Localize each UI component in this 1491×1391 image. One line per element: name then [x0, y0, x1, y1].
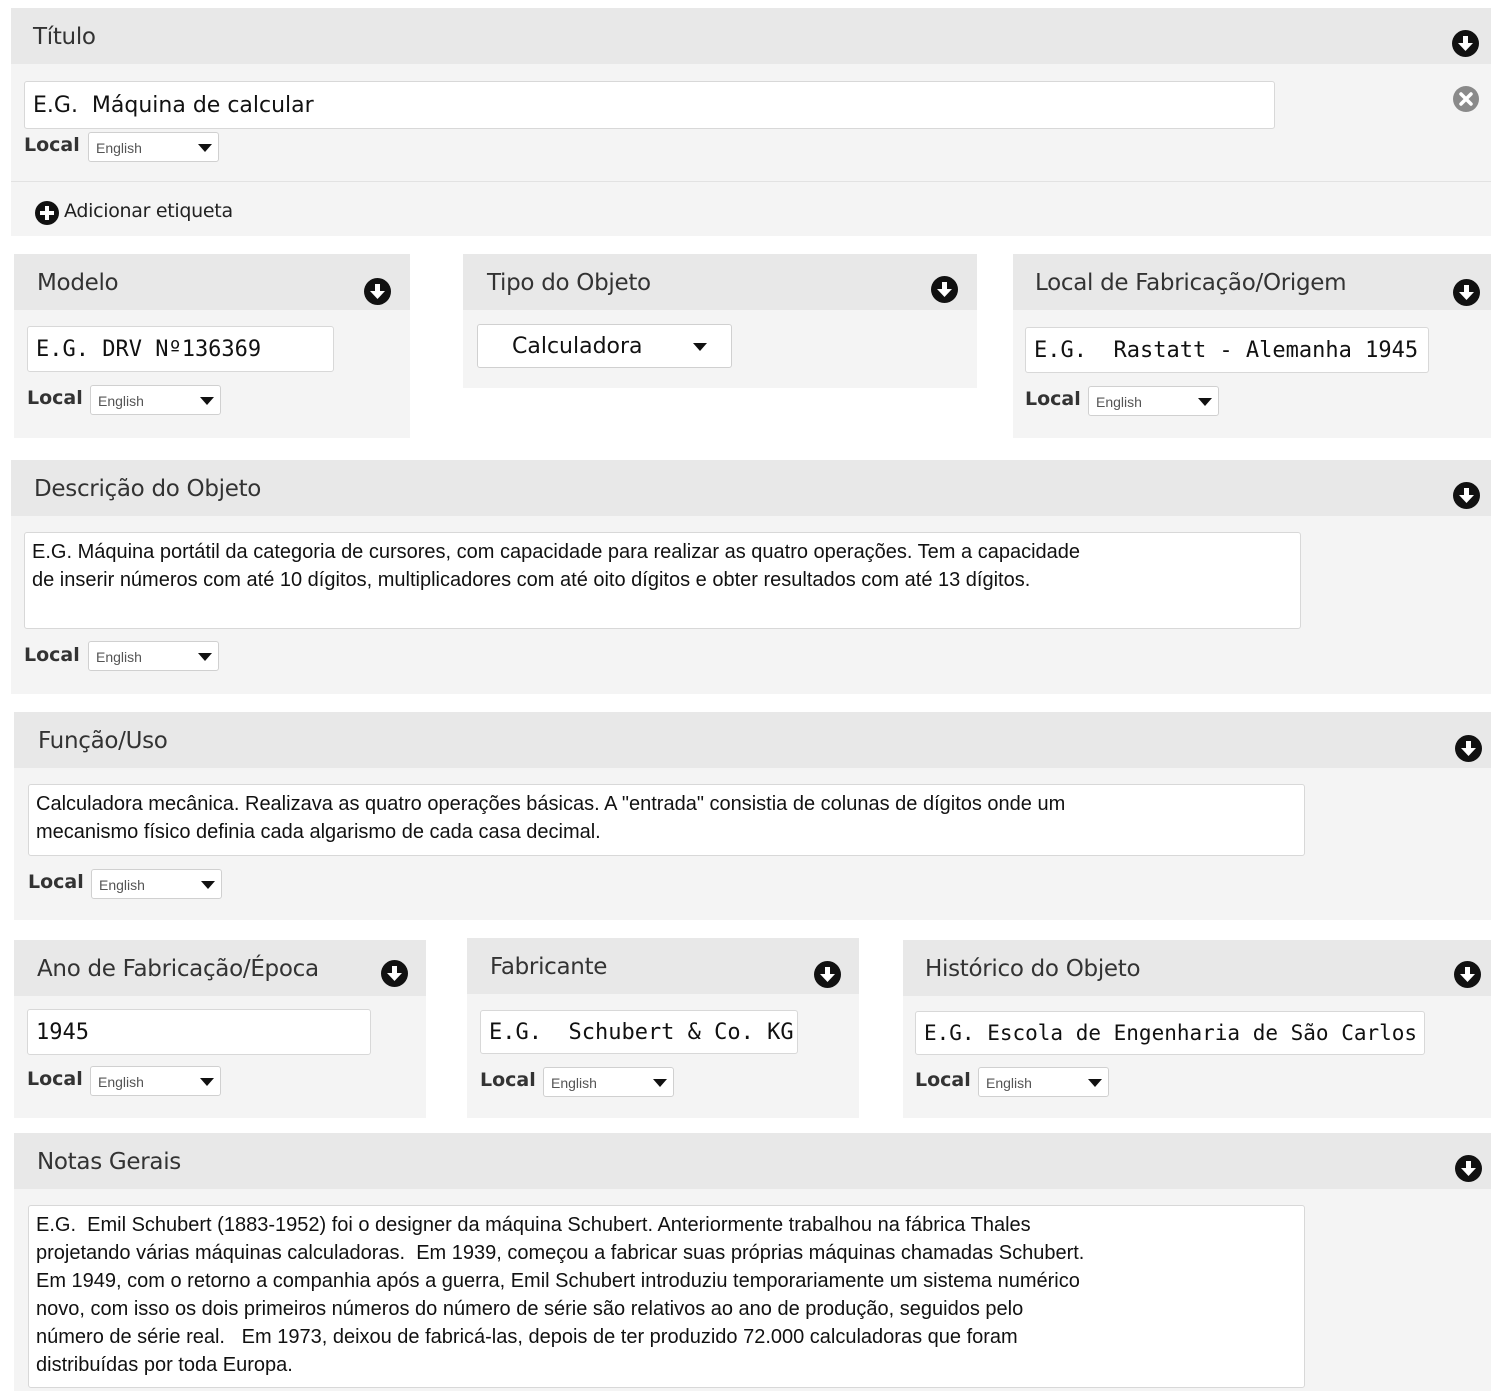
historico-locale-select[interactable]: English	[978, 1067, 1109, 1097]
ano-toggle-icon[interactable]	[381, 960, 408, 987]
historico-panel: Histórico do Objeto Local English	[903, 940, 1491, 1118]
modelo-local-label: Local	[27, 387, 83, 409]
tipo-title: Tipo do Objeto	[487, 270, 651, 296]
locale-value: English	[99, 877, 145, 893]
fabricante-header: Fabricante	[467, 938, 859, 994]
funcao-toggle-icon[interactable]	[1455, 735, 1482, 762]
chevron-down-icon	[653, 1079, 667, 1087]
tipo-header: Tipo do Objeto	[463, 254, 977, 310]
titulo-panel: Título Local English Adicionar etiqueta	[11, 8, 1491, 236]
titulo-local-label: Local	[24, 134, 80, 156]
ano-panel: Ano de Fabricação/Época Local English	[14, 940, 426, 1118]
fabricante-local-label: Local	[480, 1069, 536, 1091]
origem-input[interactable]	[1025, 327, 1429, 373]
fabricante-title: Fabricante	[490, 954, 608, 980]
historico-title: Histórico do Objeto	[925, 956, 1141, 982]
modelo-locale-select[interactable]: English	[90, 385, 221, 415]
titulo-title: Título	[33, 24, 96, 50]
descricao-header: Descrição do Objeto	[11, 460, 1491, 516]
funcao-panel: Função/Uso Calculadora mecânica. Realiza…	[14, 712, 1491, 920]
close-circle-icon[interactable]	[1452, 85, 1480, 113]
modelo-toggle-icon[interactable]	[364, 278, 391, 305]
modelo-input[interactable]	[27, 326, 334, 372]
ano-local-label: Local	[27, 1068, 83, 1090]
locale-value: English	[98, 1074, 144, 1090]
add-label-text: Adicionar etiqueta	[64, 200, 233, 222]
modelo-title: Modelo	[37, 270, 119, 296]
chevron-down-icon	[198, 653, 212, 661]
descricao-locale-select[interactable]: English	[88, 641, 219, 671]
fabricante-input[interactable]	[480, 1010, 798, 1054]
notas-title: Notas Gerais	[37, 1149, 181, 1175]
fabricante-toggle-icon[interactable]	[814, 961, 841, 988]
chevron-down-icon	[1198, 398, 1212, 406]
locale-value: English	[96, 140, 142, 156]
chevron-down-icon	[200, 397, 214, 405]
locale-value: English	[551, 1075, 597, 1091]
origem-local-label: Local	[1025, 388, 1081, 410]
divider	[11, 181, 1491, 182]
historico-header: Histórico do Objeto	[903, 940, 1491, 996]
funcao-header: Função/Uso	[14, 712, 1491, 768]
descricao-local-label: Local	[24, 644, 80, 666]
funcao-local-label: Local	[28, 871, 84, 893]
chevron-down-icon	[201, 881, 215, 889]
notas-textarea[interactable]: E.G. Emil Schubert (1883-1952) foi o des…	[28, 1205, 1305, 1388]
titulo-locale-select[interactable]: English	[88, 132, 219, 162]
historico-local-label: Local	[915, 1069, 971, 1091]
historico-toggle-icon[interactable]	[1454, 961, 1481, 988]
chevron-down-icon	[200, 1078, 214, 1086]
notas-panel: Notas Gerais E.G. Emil Schubert (1883-19…	[14, 1133, 1491, 1391]
locale-value: English	[986, 1075, 1032, 1091]
titulo-toggle-icon[interactable]	[1452, 30, 1479, 57]
ano-title: Ano de Fabricação/Época	[37, 956, 319, 982]
tipo-toggle-icon[interactable]	[931, 276, 958, 303]
notas-header: Notas Gerais	[14, 1133, 1491, 1189]
plus-circle-icon	[35, 201, 59, 225]
modelo-panel: Modelo Local English	[14, 254, 410, 438]
locale-value: English	[1096, 394, 1142, 410]
descricao-textarea[interactable]: E.G. Máquina portátil da categoria de cu…	[24, 532, 1301, 629]
locale-value: English	[96, 649, 142, 665]
origem-header: Local de Fabricação/Origem	[1013, 254, 1491, 310]
modelo-header: Modelo	[14, 254, 410, 310]
titulo-input[interactable]	[24, 81, 1275, 129]
chevron-down-icon	[693, 343, 707, 351]
descricao-panel: Descrição do Objeto E.G. Máquina portáti…	[11, 460, 1491, 694]
origem-panel: Local de Fabricação/Origem Local English	[1013, 254, 1491, 438]
ano-input[interactable]	[27, 1009, 371, 1055]
historico-input[interactable]	[915, 1011, 1425, 1055]
tipo-panel: Tipo do Objeto Calculadora	[463, 254, 977, 388]
funcao-locale-select[interactable]: English	[91, 869, 222, 899]
notas-toggle-icon[interactable]	[1455, 1155, 1482, 1182]
ano-locale-select[interactable]: English	[90, 1066, 221, 1096]
tipo-select[interactable]: Calculadora	[477, 324, 732, 368]
fabricante-locale-select[interactable]: English	[543, 1067, 674, 1097]
chevron-down-icon	[198, 144, 212, 152]
origem-toggle-icon[interactable]	[1453, 279, 1480, 306]
funcao-textarea[interactable]: Calculadora mecânica. Realizava as quatr…	[28, 784, 1305, 856]
chevron-down-icon	[1088, 1079, 1102, 1087]
locale-value: English	[98, 393, 144, 409]
origem-locale-select[interactable]: English	[1088, 386, 1219, 416]
ano-header: Ano de Fabricação/Época	[14, 940, 426, 996]
origem-title: Local de Fabricação/Origem	[1035, 270, 1347, 296]
titulo-header: Título	[11, 8, 1491, 64]
tipo-value: Calculadora	[512, 334, 643, 359]
descricao-title: Descrição do Objeto	[34, 476, 262, 502]
descricao-toggle-icon[interactable]	[1453, 482, 1480, 509]
fabricante-panel: Fabricante Local English	[467, 938, 859, 1118]
funcao-title: Função/Uso	[38, 728, 168, 754]
